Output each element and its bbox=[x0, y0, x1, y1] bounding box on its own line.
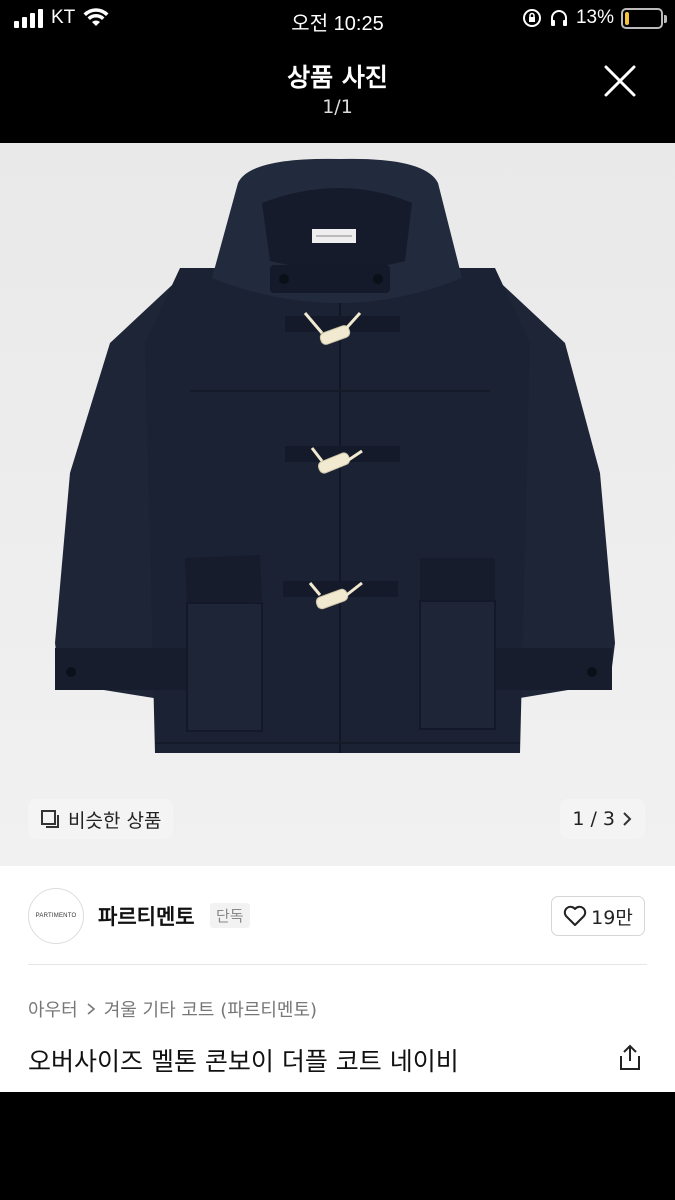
coat-image bbox=[55, 158, 615, 753]
like-button[interactable]: 19만 bbox=[551, 896, 645, 936]
photo-pager-button[interactable]: 1 / 3 bbox=[560, 799, 645, 839]
exclusive-badge: 단독 bbox=[210, 903, 250, 928]
share-icon[interactable] bbox=[617, 1044, 643, 1072]
battery-fill bbox=[625, 11, 629, 25]
seller-logo[interactable]: PARTIMENTO bbox=[28, 888, 84, 944]
status-right: 13% bbox=[522, 7, 667, 29]
photo-pager-label: 1 / 3 bbox=[572, 808, 615, 830]
headphones-icon bbox=[550, 10, 567, 26]
status-bar: KT 오전 10:25 13% bbox=[0, 0, 675, 38]
product-photo[interactable]: 비슷한 상품 1 / 3 bbox=[0, 143, 675, 866]
battery-icon bbox=[621, 7, 667, 29]
similar-items-icon bbox=[41, 810, 59, 828]
seller-name[interactable]: 파르티멘토 bbox=[98, 901, 195, 931]
breadcrumb-category[interactable]: 아우터 bbox=[28, 996, 78, 1022]
viewer-header: 상품 사진 1/1 bbox=[0, 38, 675, 143]
product-info: PARTIMENTO 파르티멘토 단독 19만 아우터 겨울 기타 코트 (파르… bbox=[0, 866, 675, 1092]
battery-percent: 13% bbox=[575, 7, 614, 28]
breadcrumb: 아우터 겨울 기타 코트 (파르티멘토) bbox=[28, 996, 317, 1022]
photo-counter: 1/1 bbox=[322, 96, 353, 118]
divider bbox=[28, 964, 647, 965]
close-icon[interactable] bbox=[603, 64, 637, 98]
rotation-lock-icon bbox=[522, 9, 541, 27]
chevron-right-icon bbox=[623, 812, 632, 826]
heart-icon bbox=[563, 905, 587, 926]
like-count: 19만 bbox=[591, 906, 633, 929]
chevron-right-icon bbox=[87, 1003, 95, 1015]
similar-products-button[interactable]: 비슷한 상품 bbox=[28, 799, 174, 839]
similar-products-label: 비슷한 상품 bbox=[68, 809, 162, 832]
bottom-area bbox=[0, 1092, 675, 1200]
product-title: 오버사이즈 멜톤 콘보이 더플 코트 네이비 bbox=[28, 1047, 459, 1076]
breadcrumb-subcategory[interactable]: 겨울 기타 코트 (파르티멘토) bbox=[104, 996, 317, 1022]
page-title: 상품 사진 bbox=[287, 63, 388, 92]
